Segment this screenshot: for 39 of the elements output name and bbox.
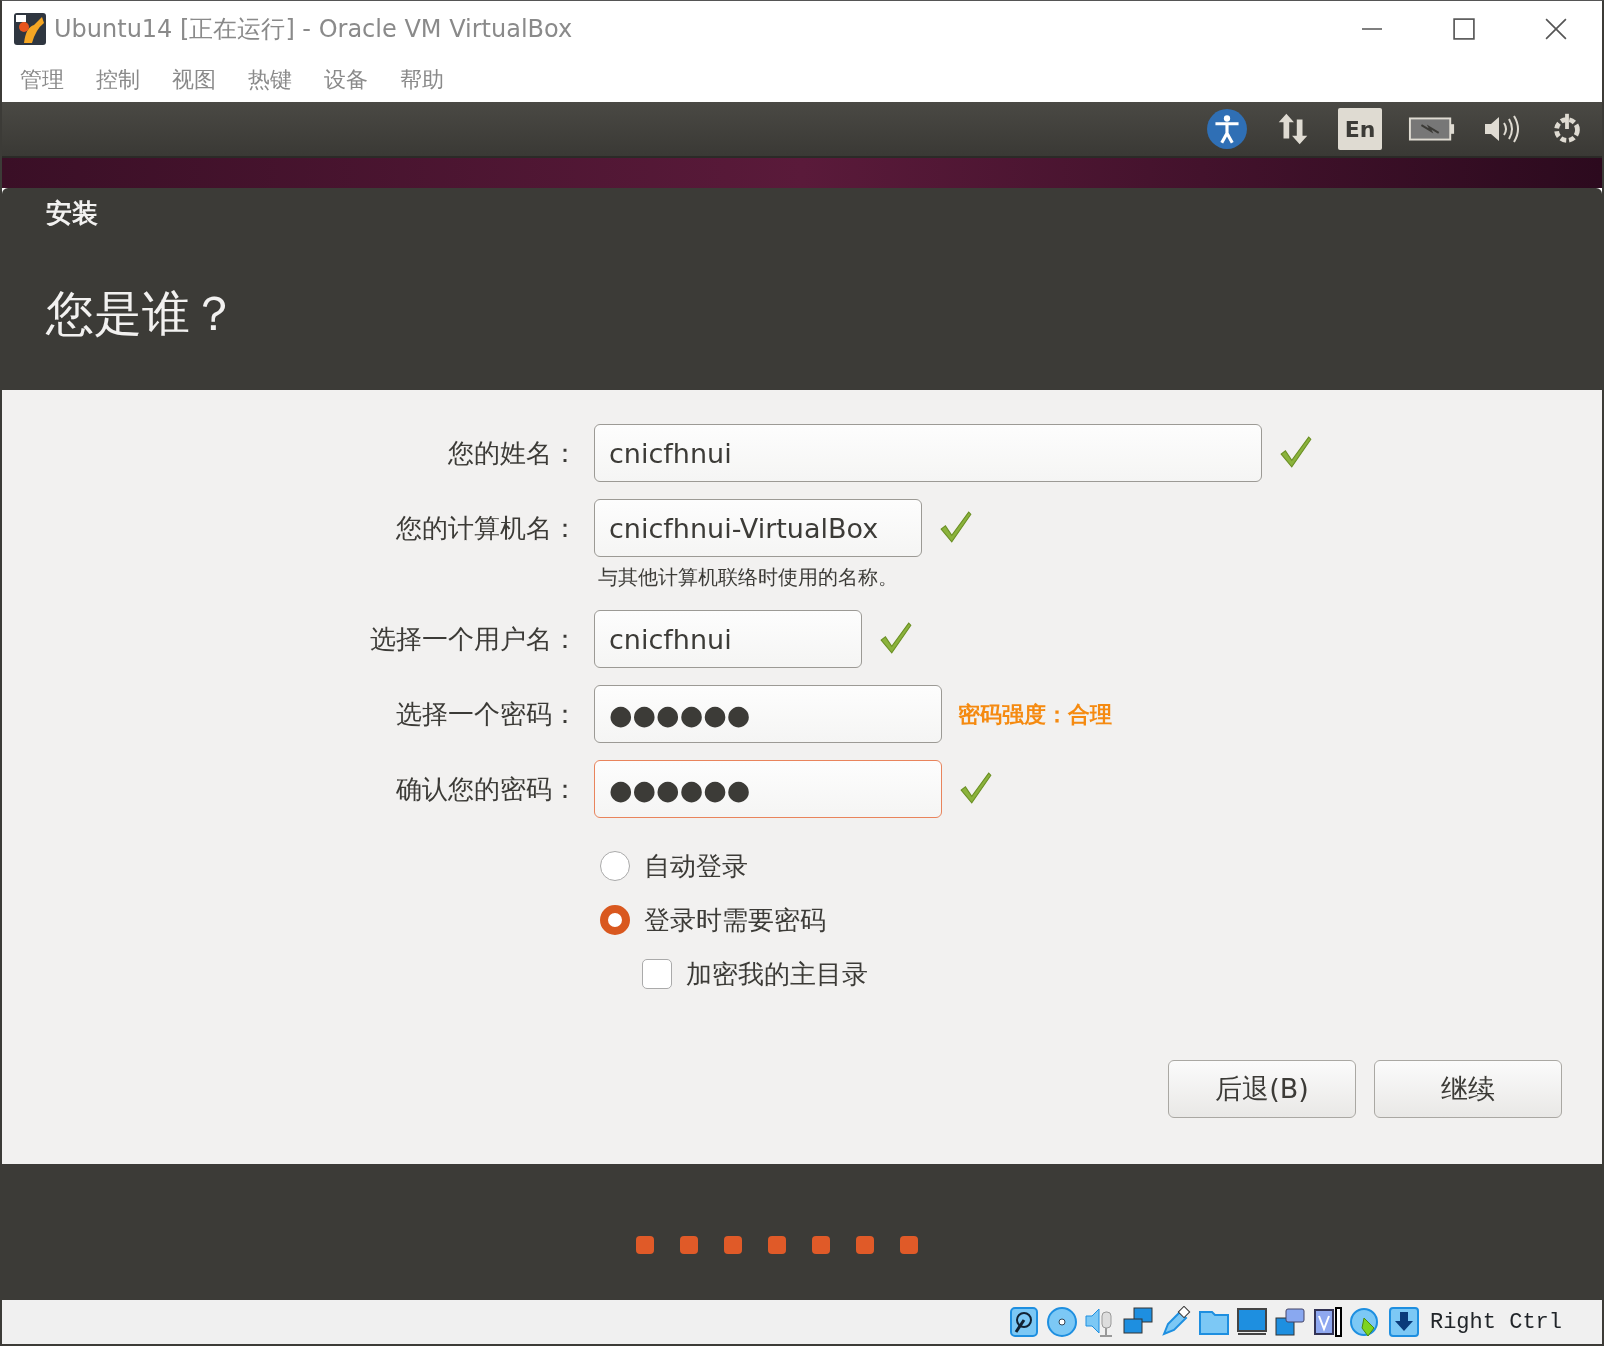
input-field[interactable]: cnicfhnui-VirtualBox	[594, 499, 922, 557]
nav-button[interactable]: 继续	[1374, 1060, 1562, 1118]
field-label: 确认您的密码：	[395, 772, 579, 806]
input-field[interactable]: ●●●●●●	[594, 760, 942, 818]
battery-icon[interactable]	[1408, 115, 1456, 143]
field-label: 您的计算机名：	[395, 511, 579, 545]
field-hint: 与其他计算机联络时使用的名称。	[598, 564, 899, 591]
video-camera-icon[interactable]	[1273, 1306, 1306, 1338]
menu-item[interactable]: 控制	[96, 62, 140, 96]
option-label: 登录时需要密码	[644, 903, 826, 937]
app-icon	[14, 12, 46, 45]
page-heading: 您是谁？	[46, 284, 239, 343]
menu-item[interactable]: 管理	[20, 62, 64, 96]
field-label: 选择一个密码：	[395, 697, 579, 731]
installer-caption: 安装	[46, 197, 99, 230]
input-field[interactable]: cnicfhnui	[594, 424, 1262, 482]
radio-button[interactable]	[600, 905, 630, 935]
field-label: 选择一个用户名：	[369, 622, 579, 656]
disc-icon[interactable]	[1045, 1306, 1078, 1338]
checkbox[interactable]	[642, 959, 672, 989]
nav-button[interactable]: 后退(B)	[1168, 1060, 1356, 1118]
usb-plug-icon[interactable]	[1159, 1306, 1192, 1338]
keyboard-layout-indicator[interactable]: En	[1338, 108, 1382, 150]
maximize-icon	[1453, 17, 1475, 40]
input-field[interactable]: ●●●●●●	[594, 685, 942, 743]
password-strength-text: 密码强度：合理	[958, 700, 1112, 729]
host-key-label: Right Ctrl	[1429, 1308, 1562, 1337]
input-field[interactable]: cnicfhnui	[594, 610, 862, 668]
radio-button[interactable]	[600, 851, 630, 881]
volume-icon[interactable]	[1482, 113, 1522, 145]
menu-item[interactable]: 热键	[248, 62, 292, 96]
option-label: 加密我的主目录	[686, 957, 868, 991]
minimize-icon	[1361, 27, 1383, 30]
option-label: 自动登录	[644, 849, 748, 883]
accessibility-icon[interactable]	[1206, 108, 1248, 150]
monitor-icon[interactable]	[1235, 1306, 1268, 1338]
close-icon	[1545, 17, 1567, 40]
window-title: Ubuntu14 [正在运行] - Oracle VM VirtualBox	[54, 13, 573, 45]
field-label: 您的姓名：	[447, 436, 579, 470]
